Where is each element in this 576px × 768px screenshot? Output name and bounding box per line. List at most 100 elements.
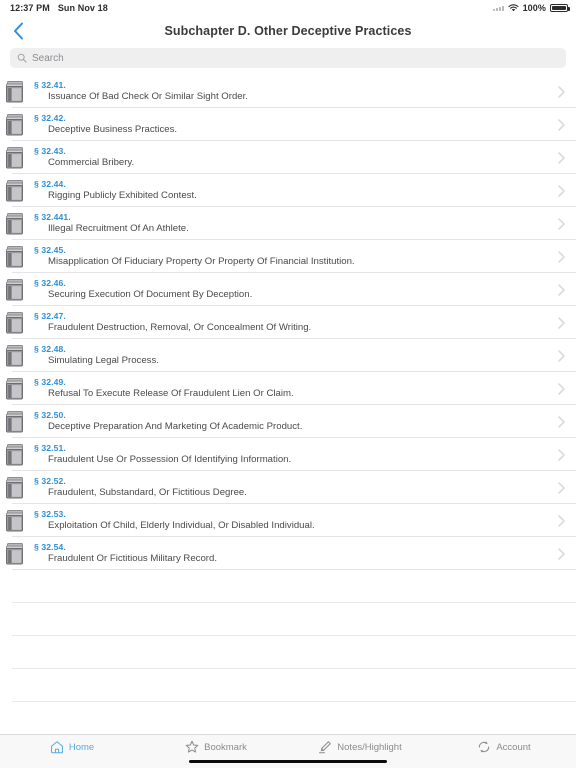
- disclosure-indicator[interactable]: [556, 382, 566, 395]
- disclosure-indicator[interactable]: [556, 316, 566, 329]
- chevron-right-icon: [557, 481, 565, 494]
- search-placeholder: Search: [32, 52, 64, 64]
- chevron-right-icon: [557, 250, 565, 263]
- disclosure-indicator[interactable]: [556, 349, 566, 362]
- section-number: § 32.42.: [34, 112, 66, 123]
- table-row[interactable]: § 32.42. Deceptive Business Practices.: [0, 108, 576, 141]
- tab-home[interactable]: Home: [0, 740, 144, 754]
- section-number: § 32.49.: [34, 376, 66, 387]
- section-number: § 32.46.: [34, 277, 66, 288]
- nav-bar: Subchapter D. Other Deceptive Practices: [0, 16, 576, 46]
- section-number: § 32.53.: [34, 508, 66, 519]
- home-indicator: [189, 760, 387, 763]
- section-title: Fraudulent, Substandard, Or Fictitious D…: [48, 488, 247, 499]
- row-text: § 32.45. Misapplication Of Fiduciary Pro…: [34, 244, 556, 268]
- tab-account[interactable]: Account: [432, 740, 576, 754]
- table-row[interactable]: § 32.44. Rigging Publicly Exhibited Cont…: [0, 174, 576, 207]
- sync-circle-icon: [479, 741, 490, 753]
- table-row[interactable]: § 32.50. Deceptive Preparation And Marke…: [0, 405, 576, 438]
- signal-dots-icon: [492, 5, 504, 11]
- empty-row: [0, 702, 576, 735]
- disclosure-indicator[interactable]: [556, 151, 566, 164]
- section-title: Deceptive Preparation And Marketing Of A…: [48, 422, 303, 433]
- search-container: Search: [0, 46, 576, 75]
- row-text: § 32.51. Fraudulent Use Or Possession Of…: [34, 443, 556, 466]
- books-stack-icon: [6, 113, 23, 135]
- battery-icon: [550, 4, 570, 12]
- chevron-right-icon: [557, 547, 565, 560]
- chevron-right-icon: [557, 85, 565, 98]
- section-number: § 32.441.: [34, 211, 71, 222]
- books-stack-icon: [6, 179, 23, 201]
- table-row[interactable]: § 32.51. Fraudulent Use Or Possession Of…: [0, 438, 576, 471]
- search-icon: [17, 53, 27, 63]
- star-icon: [185, 740, 199, 753]
- books-stack-icon: [6, 410, 23, 432]
- chevron-right-icon: [557, 349, 565, 362]
- tab-label: Account: [496, 741, 531, 753]
- table-row[interactable]: § 32.43. Commercial Bribery.: [0, 141, 576, 174]
- table-row[interactable]: § 32.41. Issuance Of Bad Check Or Simila…: [0, 75, 576, 108]
- table-row[interactable]: § 32.53. Exploitation Of Child, Elderly …: [0, 504, 576, 537]
- wifi-icon: [508, 4, 519, 12]
- row-text: § 32.42. Deceptive Business Practices.: [34, 112, 556, 136]
- section-number: § 32.44.: [34, 178, 66, 189]
- section-number: § 32.47.: [34, 310, 66, 321]
- home-icon: [50, 741, 63, 754]
- battery-percent: 100%: [522, 3, 546, 13]
- section-number: § 32.54.: [34, 541, 66, 552]
- books-stack-icon: [6, 245, 23, 267]
- disclosure-indicator[interactable]: [556, 184, 566, 197]
- row-text: § 32.52. Fraudulent, Substandard, Or Fic…: [34, 476, 556, 499]
- chevron-right-icon: [557, 283, 565, 296]
- table-row[interactable]: § 32.48. Simulating Legal Process.: [0, 339, 576, 372]
- tab-bookmark[interactable]: Bookmark: [144, 740, 288, 754]
- disclosure-indicator[interactable]: [556, 481, 566, 494]
- chevron-right-icon: [557, 217, 565, 230]
- books-stack-icon: [6, 278, 23, 300]
- disclosure-indicator[interactable]: [556, 514, 566, 527]
- disclosure-indicator[interactable]: [556, 448, 566, 461]
- table-row[interactable]: § 32.46. Securing Execution Of Document …: [0, 273, 576, 306]
- disclosure-indicator[interactable]: [556, 415, 566, 428]
- books-stack-icon: [6, 80, 23, 102]
- section-number: § 32.45.: [34, 244, 66, 255]
- search-input[interactable]: Search: [10, 48, 566, 68]
- row-text: § 32.47. Fraudulent Destruction, Removal…: [34, 310, 556, 334]
- section-number: § 32.50.: [34, 409, 66, 420]
- highlighter-pen-icon: [319, 741, 332, 754]
- disclosure-indicator[interactable]: [556, 85, 566, 98]
- section-title: Simulating Legal Process.: [48, 356, 159, 367]
- books-stack-icon: [6, 377, 23, 399]
- disclosure-indicator[interactable]: [556, 250, 566, 263]
- table-row[interactable]: § 32.45. Misapplication Of Fiduciary Pro…: [0, 240, 576, 273]
- section-number: § 32.43.: [34, 145, 66, 156]
- chevron-left-icon: [13, 22, 23, 40]
- empty-row: [0, 636, 576, 669]
- chevron-right-icon: [557, 448, 565, 461]
- disclosure-indicator[interactable]: [556, 547, 566, 560]
- row-text: § 32.48. Simulating Legal Process.: [34, 344, 556, 367]
- section-title: Illegal Recruitment Of An Athlete.: [48, 224, 189, 235]
- row-text: § 32.53. Exploitation Of Child, Elderly …: [34, 508, 556, 532]
- back-button[interactable]: [7, 20, 29, 42]
- table-row[interactable]: § 32.52. Fraudulent, Substandard, Or Fic…: [0, 471, 576, 504]
- table-row[interactable]: § 32.47. Fraudulent Destruction, Removal…: [0, 306, 576, 339]
- empty-row: [0, 669, 576, 702]
- chevron-right-icon: [557, 382, 565, 395]
- disclosure-indicator[interactable]: [556, 217, 566, 230]
- books-stack-icon: [6, 344, 23, 366]
- disclosure-indicator[interactable]: [556, 283, 566, 296]
- row-text: § 32.54. Fraudulent Or Fictitious Milita…: [34, 541, 556, 565]
- table-row[interactable]: § 32.54. Fraudulent Or Fictitious Milita…: [0, 537, 576, 570]
- chevron-right-icon: [557, 151, 565, 164]
- empty-row: [0, 603, 576, 636]
- list-scroll-area[interactable]: § 32.41. Issuance Of Bad Check Or Simila…: [0, 75, 576, 763]
- disclosure-indicator[interactable]: [556, 118, 566, 131]
- section-title: Rigging Publicly Exhibited Contest.: [48, 191, 197, 202]
- books-stack-icon: [6, 146, 23, 168]
- table-row[interactable]: § 32.441. Illegal Recruitment Of An Athl…: [0, 207, 576, 240]
- books-stack-icon: [6, 509, 23, 531]
- table-row[interactable]: § 32.49. Refusal To Execute Release Of F…: [0, 372, 576, 405]
- tab-notes-highlight[interactable]: Notes/Highlight: [288, 740, 432, 754]
